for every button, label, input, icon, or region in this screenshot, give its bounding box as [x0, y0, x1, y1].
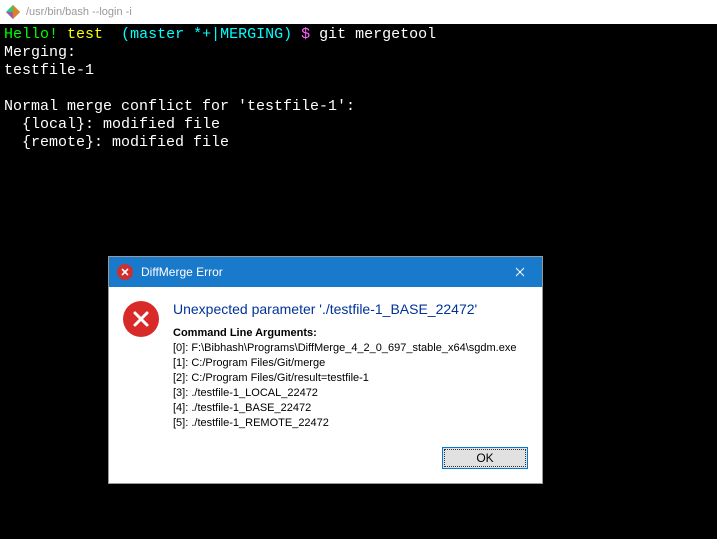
ok-button[interactable]: OK: [442, 447, 528, 469]
dialog-heading: Unexpected parameter './testfile-1_BASE_…: [173, 301, 528, 317]
term-line-file: testfile-1: [4, 62, 94, 79]
prompt-dir: test: [67, 26, 103, 43]
error-icon: [123, 301, 159, 337]
dialog-args-label: Command Line Arguments:: [173, 327, 528, 339]
prompt-dollar: $: [301, 26, 310, 43]
window-title: /usr/bin/bash --login -i: [26, 6, 132, 18]
error-dialog: DiffMerge Error Unexpected parameter './…: [108, 256, 543, 484]
dialog-title: DiffMerge Error: [141, 265, 498, 279]
dialog-arg-line: [1]: C:/Program Files/Git/merge: [173, 356, 528, 371]
close-icon: [515, 265, 525, 280]
app-icon: [6, 5, 20, 19]
dialog-body: Unexpected parameter './testfile-1_BASE_…: [109, 287, 542, 435]
prompt-command: git mergetool: [319, 26, 436, 43]
prompt-branch: (master *+|MERGING): [121, 26, 292, 43]
window-titlebar[interactable]: /usr/bin/bash --login -i: [0, 0, 717, 24]
dialog-titlebar[interactable]: DiffMerge Error: [109, 257, 542, 287]
term-line-conflict: Normal merge conflict for 'testfile-1':: [4, 98, 355, 115]
dialog-arg-line: [5]: ./testfile-1_REMOTE_22472: [173, 416, 528, 431]
dialog-args-list: [0]: F:\Bibhash\Programs\DiffMerge_4_2_0…: [173, 341, 528, 431]
dialog-arg-line: [4]: ./testfile-1_BASE_22472: [173, 401, 528, 416]
term-line-remote: {remote}: modified file: [4, 134, 229, 151]
dialog-close-button[interactable]: [498, 257, 542, 287]
term-line-local: {local}: modified file: [4, 116, 220, 133]
dialog-arg-line: [2]: C:/Program Files/Git/result=testfil…: [173, 371, 528, 386]
prompt-hello: Hello!: [4, 26, 58, 43]
term-line-merging: Merging:: [4, 44, 76, 61]
app-window: /usr/bin/bash --login -i Hello! test (ma…: [0, 0, 717, 539]
dialog-content: Unexpected parameter './testfile-1_BASE_…: [173, 301, 528, 431]
dialog-footer: OK: [109, 435, 542, 483]
dialog-arg-line: [0]: F:\Bibhash\Programs\DiffMerge_4_2_0…: [173, 341, 528, 356]
error-x-icon: [117, 264, 133, 280]
dialog-arg-line: [3]: ./testfile-1_LOCAL_22472: [173, 386, 528, 401]
